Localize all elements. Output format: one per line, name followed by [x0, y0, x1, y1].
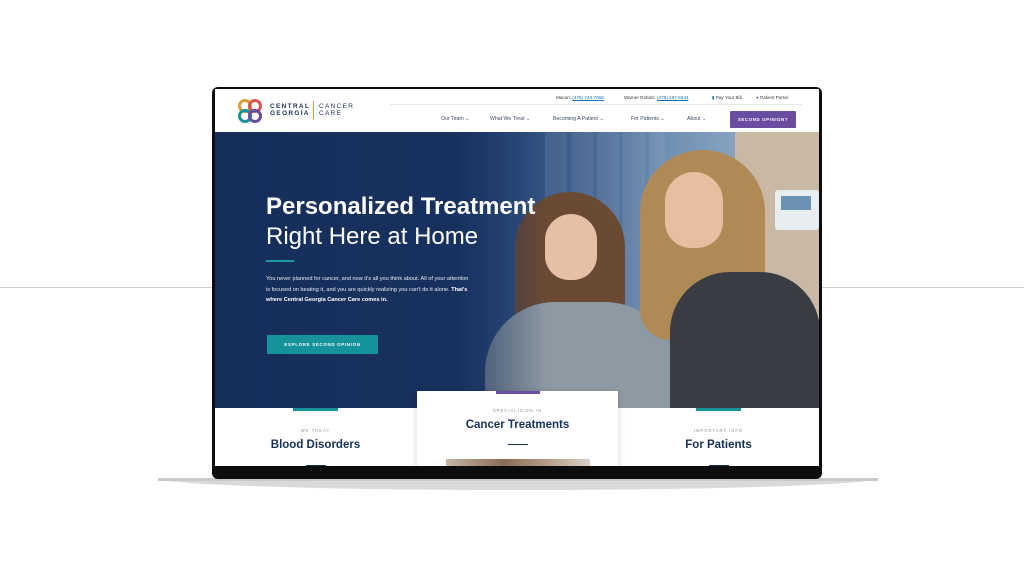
presentation-stage: CENTRAL GEORGIA CANCER CARE Macon: (478)…: [0, 0, 1024, 576]
hero-body-plain: You never planned for cancer, and now it…: [266, 276, 469, 293]
chevron-down-icon: ⌄: [599, 116, 604, 122]
card-rule-blood: [306, 465, 326, 466]
divider-line-right: [822, 287, 1024, 288]
nav-item-becoming-a-patient[interactable]: Becoming A Patient ⌄: [553, 116, 604, 122]
card-eyebrow-cancer: SPECIALIZING IN: [492, 408, 543, 413]
chevron-down-icon: ⌄: [702, 116, 707, 122]
logo-text-central-georgia[interactable]: CENTRAL GEORGIA: [270, 103, 310, 117]
hero-accent-rule: [266, 260, 294, 262]
patient-portal-label: Patient Portal: [760, 95, 788, 100]
nav-label: For Patients: [631, 116, 659, 122]
explore-second-opinion-button[interactable]: EXPLORE SECOND OPINION: [267, 335, 378, 354]
macon-label: Macon:: [556, 95, 572, 100]
pay-bill-link[interactable]: ▮ Pay Your Bill: [712, 95, 742, 101]
logo-separator: [313, 101, 314, 120]
card-accent-blood: [293, 408, 338, 411]
card-accent-patients: [696, 408, 741, 411]
website-screen: CENTRAL GEORGIA CANCER CARE Macon: (478)…: [215, 89, 819, 466]
warner-robins-phone-line: Warner Robins: (478) 287-6344: [624, 95, 688, 100]
pay-bill-label: Pay Your Bill: [715, 95, 742, 100]
logo-word-cancer: CANCER: [319, 103, 355, 110]
card-accent-cancer: [496, 391, 540, 394]
nav-label: Becoming A Patient: [553, 116, 598, 122]
user-icon: ●: [756, 95, 759, 100]
card-rule-cancer: [508, 444, 528, 445]
chevron-down-icon: ⌄: [525, 116, 531, 122]
card-image-cancer: [446, 459, 590, 466]
nav-item-about[interactable]: About ⌄: [687, 116, 706, 122]
logo-word-georgia: GEORGIA: [270, 110, 310, 117]
nav-item-what-we-treat[interactable]: What We Treat ⌄: [490, 116, 530, 122]
hero-section: Personalized Treatment Right Here at Hom…: [215, 132, 819, 408]
card-rule-patients: [709, 465, 729, 466]
chevron-down-icon: ⌄: [660, 116, 665, 122]
hero-overlay: [215, 132, 819, 408]
card-eyebrow-blood: WE TREAT: [300, 428, 331, 433]
card-title-cancer-treatments[interactable]: Cancer Treatments: [437, 419, 598, 431]
nav-label: Our Team: [441, 116, 464, 122]
hero-subtitle: Right Here at Home: [266, 223, 479, 250]
macon-phone-link[interactable]: (478) 743-7068: [572, 95, 603, 100]
card-title-for-patients[interactable]: For Patients: [638, 439, 799, 451]
nav-label: About: [687, 116, 701, 122]
warner-label: Warner Robins:: [624, 95, 656, 100]
card-eyebrow-patients: IMPORTANT INFO: [693, 428, 744, 433]
macon-phone-line: Macon: (478) 743-7068: [556, 95, 604, 100]
nav-item-our-team[interactable]: Our Team ⌄: [441, 116, 470, 122]
logo-word-care: CARE: [319, 110, 343, 117]
hero-body-text: You never planned for cancer, and now it…: [266, 274, 471, 306]
logo-text-cancer-care[interactable]: CANCER CARE: [319, 103, 354, 117]
second-opinion-button[interactable]: SECOND OPINION?: [730, 111, 796, 128]
divider-line-left: [0, 287, 213, 288]
logo-mark-icon[interactable]: [237, 98, 263, 124]
patient-portal-link[interactable]: ● Patient Portal: [756, 95, 788, 100]
warner-phone-link[interactable]: (478) 287-6344: [657, 95, 688, 100]
nav-label: What We Treat: [490, 116, 525, 122]
logo-word-central: CENTRAL: [270, 103, 311, 110]
header-rule: [390, 104, 802, 105]
chevron-down-icon: ⌄: [465, 116, 470, 122]
hero-title: Personalized Treatment: [266, 193, 536, 220]
card-icon: ▮: [712, 95, 715, 100]
site-header: CENTRAL GEORGIA CANCER CARE Macon: (478)…: [215, 89, 819, 132]
card-title-blood-disorders[interactable]: Blood Disorders: [235, 439, 396, 451]
nav-item-for-patients[interactable]: For Patients ⌄: [631, 116, 665, 122]
